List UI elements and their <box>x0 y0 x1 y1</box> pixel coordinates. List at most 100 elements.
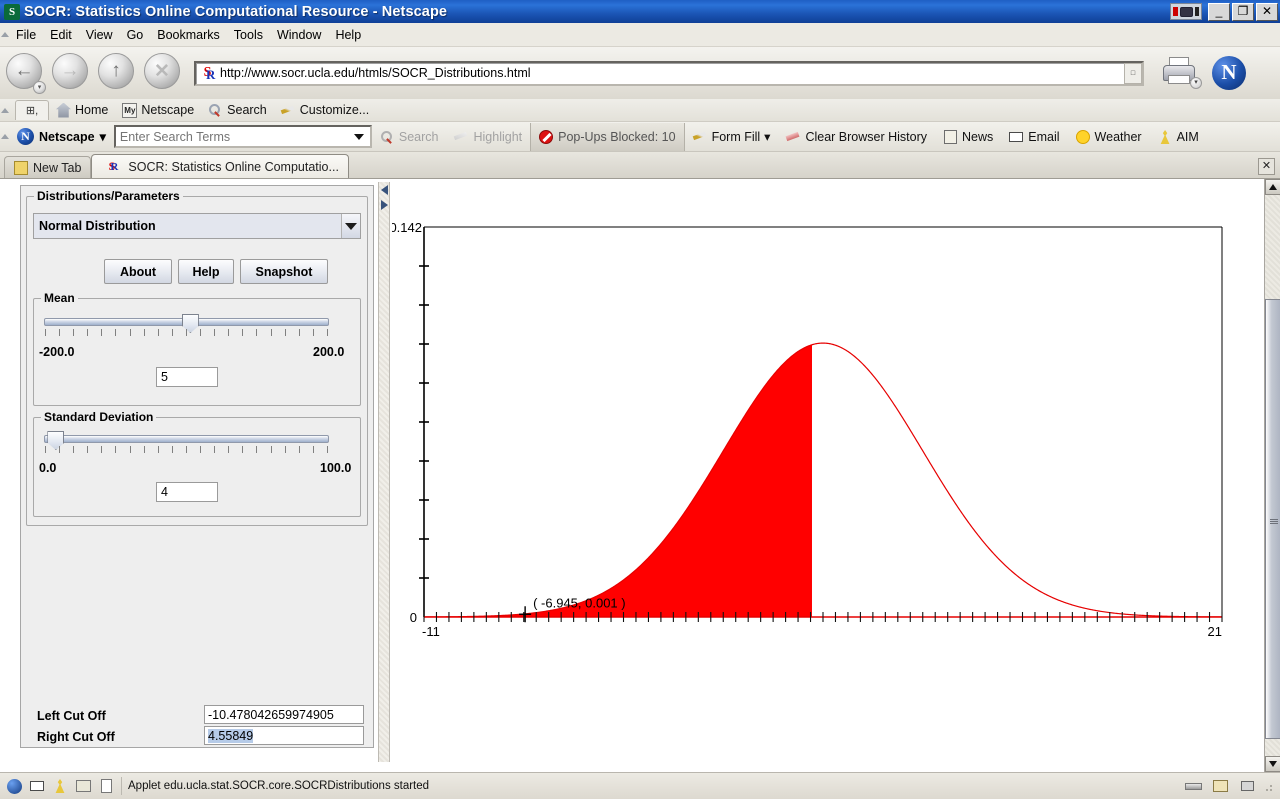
form-fill-button[interactable]: Form Fill ▾ <box>685 129 779 144</box>
menu-grip[interactable] <box>0 23 9 47</box>
back-button[interactable]: ← ▾ <box>6 53 46 94</box>
block-icon <box>539 129 554 144</box>
applet-split-scrollbar[interactable] <box>378 182 390 762</box>
reload-arrow-icon: ↑ <box>98 53 134 89</box>
menu-edit[interactable]: Edit <box>43 26 79 44</box>
aim-label: AIM <box>1176 129 1199 144</box>
minimize-button[interactable]: _ <box>1208 2 1230 21</box>
stdev-value-input[interactable]: 4 <box>156 482 218 502</box>
svg-text:21: 21 <box>1208 624 1222 639</box>
eraser-icon <box>785 129 801 144</box>
title-bar: S SOCR: Statistics Online Computational … <box>0 0 1280 23</box>
tab-new-tab[interactable]: New Tab <box>4 156 92 178</box>
clear-browser-history-button[interactable]: Clear Browser History <box>778 129 935 144</box>
printer-output-icon <box>1168 75 1190 84</box>
personal-toolbar-grip[interactable] <box>0 98 9 122</box>
cookie-status-icon[interactable] <box>1211 777 1229 795</box>
scroll-up-button[interactable] <box>1265 179 1280 195</box>
left-cutoff-input[interactable]: -10.478042659974905 <box>204 705 364 724</box>
help-button[interactable]: Help <box>178 259 234 284</box>
print-button[interactable]: ▾ <box>1160 53 1204 93</box>
maximize-button[interactable]: ❐ <box>1232 2 1254 21</box>
search-input[interactable] <box>115 128 338 145</box>
netscape-status-icon[interactable] <box>5 777 23 795</box>
menu-help[interactable]: Help <box>328 26 368 44</box>
stdev-group-title: Standard Deviation <box>41 410 157 424</box>
menu-file[interactable]: File <box>9 26 43 44</box>
home-icon <box>56 102 71 118</box>
menu-window[interactable]: Window <box>270 26 328 44</box>
menu-view[interactable]: View <box>79 26 120 44</box>
search-icon <box>380 129 395 144</box>
close-tab-button[interactable]: ✕ <box>1258 158 1275 175</box>
navigation-toolbar: ← ▾ → ↑ ✕ SR http://www.socr.ucla.edu/ht… <box>0 47 1280 99</box>
back-history-dropdown[interactable]: ▾ <box>33 81 46 94</box>
aim-status-icon[interactable] <box>51 777 69 795</box>
mean-group-title: Mean <box>41 291 78 305</box>
close-button[interactable]: ✕ <box>1256 2 1278 21</box>
chevron-down-icon[interactable] <box>341 214 360 238</box>
highlight-button[interactable]: Highlight <box>446 129 530 144</box>
bookmark-customize-label: Customize... <box>299 103 370 117</box>
page-status-icon[interactable] <box>97 777 115 795</box>
search-toolbar-grip[interactable] <box>0 125 9 149</box>
scrollbar-thumb[interactable] <box>1265 299 1280 739</box>
about-button[interactable]: About <box>104 259 172 284</box>
address-bar[interactable]: SR http://www.socr.ucla.edu/htmls/SOCR_D… <box>194 60 1144 86</box>
email-button[interactable]: Email <box>1001 129 1067 144</box>
search-input-wrapper[interactable] <box>113 125 372 148</box>
netscape-logo-icon[interactable]: N <box>1212 56 1246 90</box>
status-bar: Applet edu.ucla.stat.SOCR.core.SOCRDistr… <box>0 772 1280 799</box>
email-icon <box>1009 129 1024 144</box>
news-button[interactable]: News <box>935 129 1001 144</box>
pencil-icon <box>280 103 296 118</box>
clear-history-label: Clear Browser History <box>805 129 928 144</box>
bookmark-search[interactable]: Search <box>201 103 274 118</box>
forward-button[interactable]: → <box>52 53 92 93</box>
search-button[interactable]: Search <box>372 129 447 144</box>
netscape-brand-caret-icon[interactable]: ▾ <box>100 129 106 144</box>
page-scrollbar[interactable] <box>1264 179 1280 772</box>
status-separator <box>121 777 122 795</box>
menu-bookmarks[interactable]: Bookmarks <box>150 26 227 44</box>
right-cutoff-input[interactable]: 4.55849 <box>204 726 364 745</box>
tab-socr[interactable]: SR SOCR: Statistics Online Computatio... <box>91 154 349 178</box>
weather-button[interactable]: Weather <box>1068 129 1150 144</box>
composer-status-icon[interactable] <box>74 777 92 795</box>
stdev-slider-track[interactable] <box>44 435 329 443</box>
popups-blocked-indicator[interactable]: Pop-Ups Blocked: 10 <box>530 122 685 151</box>
new-tab-button[interactable]: ⊞, <box>15 100 49 120</box>
aim-button[interactable]: AIM <box>1150 129 1207 144</box>
bookmark-customize[interactable]: Customize... <box>274 103 376 118</box>
distribution-chart[interactable]: ( -6.945, 0.001 ) 0.142 0 -11 21 <box>392 182 1245 799</box>
search-history-dropdown[interactable] <box>347 127 370 146</box>
stdev-max-label: 100.0 <box>320 461 352 475</box>
connection-status-icon[interactable] <box>1184 777 1202 795</box>
reload-button[interactable]: ↑ <box>98 53 138 93</box>
netscape-search-brand[interactable]: N Netscape ▾ <box>9 128 106 145</box>
resize-grip[interactable] <box>1260 779 1274 793</box>
highlight-button-label: Highlight <box>473 129 523 144</box>
lock-status-icon[interactable] <box>1238 777 1256 795</box>
right-cutoff-label: Right Cut Off <box>37 730 115 744</box>
weather-sun-icon <box>1075 129 1091 144</box>
svg-text:0: 0 <box>410 610 417 625</box>
right-cutoff-value: 4.55849 <box>208 728 254 743</box>
address-bar-dropdown[interactable]: □ <box>1124 62 1142 84</box>
mean-value-input[interactable]: 5 <box>156 367 218 387</box>
bookmark-home[interactable]: Home <box>49 102 115 118</box>
stop-button[interactable]: ✕ <box>144 53 184 93</box>
mail-status-icon[interactable] <box>28 777 46 795</box>
window-title: SOCR: Statistics Online Computational Re… <box>24 3 448 20</box>
chart-canvas[interactable]: ( -6.945, 0.001 ) 0.142 0 -11 21 <box>392 182 1245 799</box>
bookmark-netscape[interactable]: My Netscape <box>115 102 201 118</box>
print-dropdown[interactable]: ▾ <box>1190 77 1202 89</box>
snapshot-button[interactable]: Snapshot <box>240 259 328 284</box>
menu-go[interactable]: Go <box>120 26 151 44</box>
scrollbar-grip <box>1270 519 1278 524</box>
distribution-select[interactable]: Normal Distribution <box>33 213 361 239</box>
group-title: Distributions/Parameters <box>34 189 183 203</box>
scroll-down-button[interactable] <box>1265 756 1280 772</box>
menu-tools[interactable]: Tools <box>227 26 270 44</box>
stdev-min-label: 0.0 <box>39 461 57 475</box>
